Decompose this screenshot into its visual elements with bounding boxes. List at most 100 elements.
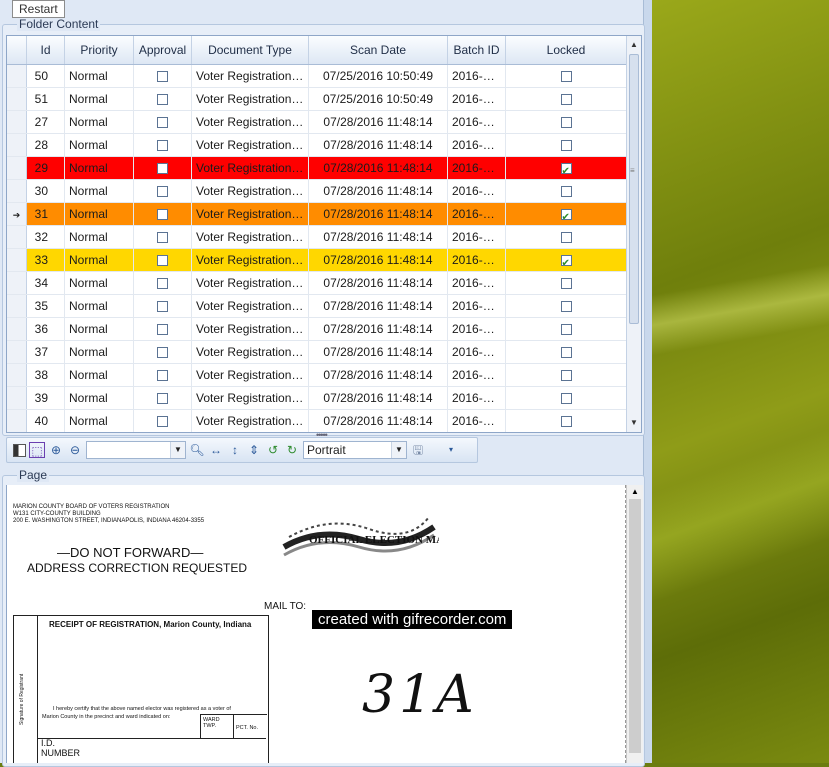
locked-checkbox[interactable]: [560, 232, 572, 244]
approval-checkbox[interactable]: [157, 140, 168, 152]
zoom-combo[interactable]: ▼: [86, 441, 186, 459]
header-batch-id[interactable]: Batch ID: [448, 36, 506, 64]
approval-checkbox[interactable]: [157, 324, 168, 336]
table-row[interactable]: 27 Normal Voter Registration C... 07/28/201…: [7, 111, 627, 134]
chevron-down-icon[interactable]: ▼: [391, 442, 406, 458]
row-indicator[interactable]: [7, 272, 27, 294]
approval-checkbox[interactable]: [157, 117, 168, 129]
row-indicator[interactable]: [7, 157, 27, 179]
table-row[interactable]: 29 Normal Voter Registration C... 07/28/201…: [7, 157, 627, 180]
rotate-right-icon[interactable]: ↻: [284, 442, 300, 458]
table-row[interactable]: 28 Normal Voter Registration C... 07/28/201…: [7, 134, 627, 157]
zoom-out-icon[interactable]: ⊖: [67, 442, 83, 458]
zoom-icon[interactable]: 🔍︎: [189, 442, 205, 458]
fit-height-icon[interactable]: ↕: [227, 442, 243, 458]
select-region-icon[interactable]: ⬚: [29, 442, 45, 458]
locked-checkbox[interactable]: [560, 207, 572, 225]
page-vertical-scrollbar[interactable]: ▲: [626, 485, 643, 763]
locked-checkbox[interactable]: [560, 278, 572, 290]
locked-checkbox[interactable]: [560, 71, 572, 83]
table-row[interactable]: 30 Normal Voter Registration C... 07/28/201…: [7, 180, 627, 203]
locked-checkbox[interactable]: [560, 94, 572, 106]
row-indicator[interactable]: [7, 88, 27, 110]
grid-vertical-scrollbar[interactable]: ▲ ≡ ▼: [626, 36, 641, 432]
header-scan-date[interactable]: Scan Date: [309, 36, 448, 64]
row-indicator[interactable]: [7, 341, 27, 363]
approval-checkbox[interactable]: [157, 278, 168, 290]
rotate-left-icon[interactable]: ↺: [265, 442, 281, 458]
page-scroll-thumb[interactable]: [629, 499, 641, 753]
locked-checkbox[interactable]: [560, 161, 572, 179]
zoom-in-icon[interactable]: ⊕: [48, 442, 64, 458]
row-indicator[interactable]: [7, 318, 27, 340]
scroll-down-icon[interactable]: ▼: [627, 416, 641, 430]
locked-checkbox[interactable]: [560, 117, 572, 129]
row-indicator[interactable]: [7, 364, 27, 386]
row-indicator[interactable]: [7, 65, 27, 87]
table-row[interactable]: 36 Normal Voter Registration C... 07/28/201…: [7, 318, 627, 341]
folder-content-grid[interactable]: Id Priority Approval Document Type Scan …: [6, 35, 642, 433]
table-row[interactable]: 39 Normal Voter Registration C... 07/28/201…: [7, 387, 627, 410]
cell-priority: Normal: [65, 364, 134, 386]
row-indicator[interactable]: [7, 387, 27, 409]
approval-checkbox[interactable]: [157, 255, 168, 267]
table-row[interactable]: 33 Normal Voter Registration C... 07/28/201…: [7, 249, 627, 272]
locked-checkbox[interactable]: [560, 253, 572, 271]
cell-locked: [506, 249, 627, 271]
page-title: Page: [17, 468, 50, 482]
locked-checkbox[interactable]: [560, 301, 572, 313]
approval-checkbox[interactable]: [157, 186, 168, 198]
approval-checkbox[interactable]: [157, 347, 168, 359]
row-indicator[interactable]: [7, 180, 27, 202]
cell-scan-date: 07/28/2016 11:48:14: [309, 295, 448, 317]
table-row[interactable]: 38 Normal Voter Registration C... 07/28/201…: [7, 364, 627, 387]
cell-approval: [134, 203, 192, 225]
table-row[interactable]: 32 Normal Voter Registration C... 07/28/201…: [7, 226, 627, 249]
chevron-down-icon[interactable]: ▼: [170, 442, 185, 458]
table-row[interactable]: 50 Normal Voter Registration C... 07/25/201…: [7, 65, 627, 88]
scroll-thumb[interactable]: [629, 54, 639, 324]
row-indicator[interactable]: ➔: [7, 203, 27, 225]
row-indicator[interactable]: [7, 111, 27, 133]
table-row[interactable]: 51 Normal Voter Registration C... 07/25/201…: [7, 88, 627, 111]
locked-checkbox[interactable]: [560, 324, 572, 336]
page-preview[interactable]: MARION COUNTY BOARD OF VOTERS REGISTRATI…: [6, 485, 627, 763]
header-approval[interactable]: Approval: [134, 36, 192, 64]
scroll-up-icon[interactable]: ▲: [627, 38, 641, 52]
table-row[interactable]: 37 Normal Voter Registration C... 07/28/201…: [7, 341, 627, 364]
fit-width-icon[interactable]: ↔: [208, 442, 224, 458]
locked-checkbox[interactable]: [560, 393, 572, 405]
save-icon[interactable]: 🖫︎: [410, 442, 426, 458]
locked-checkbox[interactable]: [560, 370, 572, 382]
approval-checkbox[interactable]: [157, 209, 168, 221]
row-indicator[interactable]: [7, 295, 27, 317]
more-icon[interactable]: ▾: [443, 442, 459, 458]
approval-checkbox[interactable]: [157, 71, 168, 83]
approval-checkbox[interactable]: [157, 232, 168, 244]
row-indicator[interactable]: [7, 249, 27, 271]
table-row[interactable]: 35 Normal Voter Registration C... 07/28/201…: [7, 295, 627, 318]
fit-page-icon[interactable]: [13, 443, 26, 457]
approval-checkbox[interactable]: [157, 163, 168, 175]
scroll-up-icon[interactable]: ▲: [627, 487, 643, 496]
locked-checkbox[interactable]: [560, 347, 572, 359]
header-document-type[interactable]: Document Type: [192, 36, 309, 64]
locked-checkbox[interactable]: [560, 140, 572, 152]
table-row[interactable]: ➔ 31 Normal Voter Registration C... 07/28/20…: [7, 203, 627, 226]
table-row[interactable]: 34 Normal Voter Registration C... 07/28/201…: [7, 272, 627, 295]
fit-both-icon[interactable]: ⇕: [246, 442, 262, 458]
approval-checkbox[interactable]: [157, 370, 168, 382]
locked-checkbox[interactable]: [560, 416, 572, 428]
header-id[interactable]: Id: [27, 36, 65, 64]
row-indicator[interactable]: [7, 134, 27, 156]
header-locked[interactable]: Locked: [506, 36, 627, 64]
locked-checkbox[interactable]: [560, 186, 572, 198]
header-priority[interactable]: Priority: [65, 36, 134, 64]
orientation-combo[interactable]: Portrait ▼: [303, 441, 407, 459]
approval-checkbox[interactable]: [157, 301, 168, 313]
approval-checkbox[interactable]: [157, 416, 168, 428]
row-indicator[interactable]: [7, 226, 27, 248]
row-indicator[interactable]: [7, 410, 27, 432]
approval-checkbox[interactable]: [157, 393, 168, 405]
approval-checkbox[interactable]: [157, 94, 168, 106]
